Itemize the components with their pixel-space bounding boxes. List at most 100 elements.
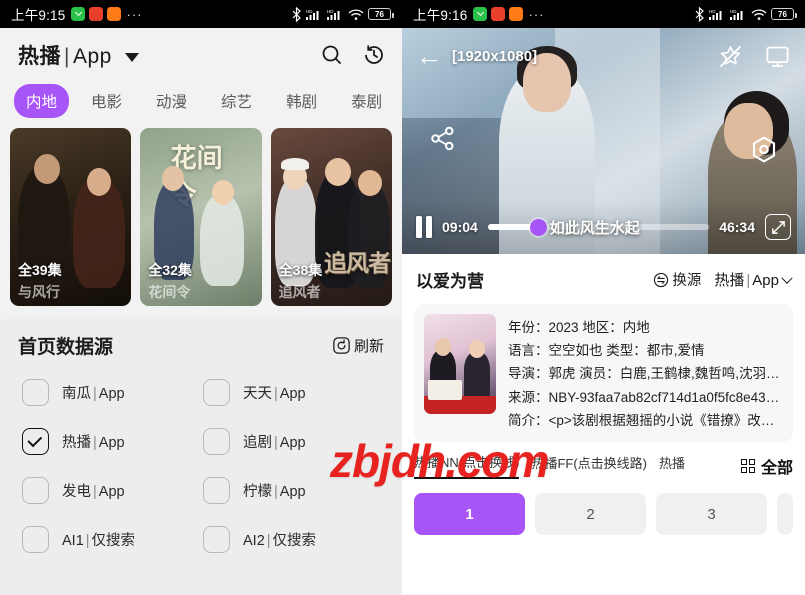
wifi-icon (348, 8, 364, 20)
category-tab-4[interactable]: 韩剧 (274, 84, 329, 118)
datasource-label: AI1 | 仅搜索 (62, 533, 136, 549)
datasource-kind: App (279, 484, 306, 500)
header-actions (320, 43, 386, 67)
poster-figure-head (324, 158, 351, 186)
video-player[interactable]: ← [1920x1080] 09:04 如此风生水起 46:34 (402, 28, 805, 254)
checkbox[interactable] (203, 428, 230, 455)
meta-line-director-actors: 导演：郭虎 演员：白鹿,王鹤棣,魏哲鸣,沈羽… (508, 366, 780, 382)
category-tab-2[interactable]: 动漫 (144, 84, 199, 118)
expand-icon[interactable] (765, 214, 791, 240)
signal-icon-2: HD (730, 9, 743, 20)
poster-card[interactable]: 全39集 与风行 (10, 128, 132, 306)
pause-icon[interactable] (416, 216, 432, 238)
episode-button-partial[interactable] (777, 493, 793, 536)
poster-figure-head (211, 180, 234, 205)
detail-title-bar: 以爱为营 换源 热播 | App (402, 254, 805, 304)
datasource-item-ai1[interactable]: AI1 | 仅搜索 (22, 526, 203, 553)
source-selector[interactable]: 热播 | App (18, 40, 140, 70)
checkbox[interactable] (203, 477, 230, 504)
checkbox[interactable] (22, 428, 49, 455)
category-tab-3[interactable]: 综艺 (209, 84, 264, 118)
datasource-kind: App (98, 386, 125, 402)
poster-row: 全39集 与风行 花间令 全32集 花间令 追风者 (0, 128, 402, 306)
weibo-notification-icon (509, 7, 524, 21)
battery-level: 76 (375, 9, 384, 19)
player-share-control[interactable] (428, 124, 458, 159)
monitor-cast-icon[interactable] (764, 43, 791, 70)
show-all-button[interactable]: 全部 (740, 454, 793, 478)
progress-bar[interactable]: 如此风生水起 (487, 216, 710, 238)
poster-figure-head (34, 154, 60, 184)
refresh-button[interactable]: 刷新 (333, 335, 384, 356)
progress-fill (487, 224, 533, 230)
poster-title: 花间令 (148, 284, 191, 300)
datasource-item-rebo[interactable]: 热播 | App (22, 428, 203, 455)
datasource-label: 追剧 | App (243, 435, 306, 451)
progress-knob[interactable] (529, 218, 547, 236)
checkbox[interactable] (22, 477, 49, 504)
chevron-down-icon (781, 272, 793, 284)
player-settings-control[interactable] (749, 135, 779, 170)
thumb-figure (464, 352, 490, 396)
datasource-name: AI2 (243, 533, 265, 549)
search-icon[interactable] (320, 43, 344, 67)
player-controls: 09:04 如此风生水起 46:34 (402, 200, 805, 254)
history-icon[interactable] (362, 43, 386, 67)
category-tab-1[interactable]: 电影 (79, 84, 134, 118)
svg-text:HD: HD (709, 9, 716, 14)
show-all-label: 全部 (760, 459, 793, 477)
source-separator: | (746, 272, 751, 289)
meta-line-source: 来源：NBY-93faa7ab82cf714d1a0f5fc8e43a… (508, 389, 783, 405)
route-tab-1[interactable]: 热播FF(点击换线路) (531, 453, 647, 478)
share-icon[interactable] (428, 124, 458, 154)
route-tab-2[interactable]: 热播 (659, 453, 685, 478)
left-status-bar: 上午9:15 ··· HD HD 76 (0, 0, 402, 28)
datasource-title: 首页数据源 (18, 337, 114, 358)
datasource-label: 柠檬 | App (243, 484, 306, 500)
switch-source-button[interactable]: 换源 (653, 269, 701, 290)
category-tab-5[interactable]: 泰剧 (339, 84, 394, 118)
source-name: 热播 (18, 45, 61, 68)
checkbox[interactable] (22, 379, 49, 406)
datasource-label: 发电 | App (62, 484, 125, 500)
app-notification-icon-red (89, 7, 104, 21)
datasource-kind: 仅搜索 (91, 533, 136, 549)
poster-card[interactable]: 追风者 全38集 追风者 (270, 128, 392, 306)
poster-figure-head (357, 170, 382, 196)
episode-button-2[interactable]: 2 (535, 493, 646, 536)
svg-text:HD: HD (327, 9, 334, 14)
right-status-bar: 上午9:16 ··· HD HD 76 (402, 0, 805, 28)
datasource-label: 热播 | App (62, 435, 125, 451)
episode-button-1[interactable]: 1 (414, 493, 525, 536)
datasource-label: 南瓜 | App (62, 386, 125, 402)
back-arrow-icon[interactable]: ← (416, 43, 442, 69)
datasource-item-ai2[interactable]: AI2 | 仅搜索 (203, 526, 384, 553)
poster-title: 与风行 (18, 284, 60, 300)
player-top-actions (717, 43, 791, 70)
detail-thumbnail[interactable] (424, 314, 496, 414)
poster-cover-text: 追风者 (323, 250, 391, 276)
category-tab-0[interactable]: 内地 (14, 84, 70, 118)
meta-line-language-type: 语言：空空如也 类型：都市,爱情 (508, 343, 705, 359)
player-top-bar: ← [1920x1080] (402, 28, 805, 84)
detail-title-actions: 换源 热播 | App (653, 269, 793, 290)
source-dropdown[interactable]: 热播 | App (714, 269, 793, 290)
battery-level: 76 (778, 9, 787, 19)
poster-title: 追风者 (278, 284, 321, 300)
checkbox[interactable] (22, 526, 49, 553)
datasource-item-tiantian[interactable]: 天天 | App (203, 379, 384, 406)
hexagon-settings-icon[interactable] (749, 135, 779, 165)
datasource-item-fadian[interactable]: 发电 | App (22, 477, 203, 504)
grid-icon (740, 458, 755, 473)
checkbox[interactable] (203, 526, 230, 553)
left-phone-pane: 上午9:15 ··· HD HD 76 热播 | App 内地 电影 动漫 综艺… (0, 0, 402, 595)
datasource-name: 天天 (243, 386, 272, 402)
poster-card[interactable]: 花间令 全32集 花间令 (140, 128, 262, 306)
datasource-item-nangua[interactable]: 南瓜 | App (22, 379, 203, 406)
total-time: 46:34 (719, 219, 755, 235)
datasource-label: 天天 | App (243, 386, 306, 402)
star-slash-icon[interactable] (717, 43, 744, 70)
episode-button-3[interactable]: 3 (656, 493, 767, 536)
signal-icon-1: HD (306, 9, 319, 20)
checkbox[interactable] (203, 379, 230, 406)
